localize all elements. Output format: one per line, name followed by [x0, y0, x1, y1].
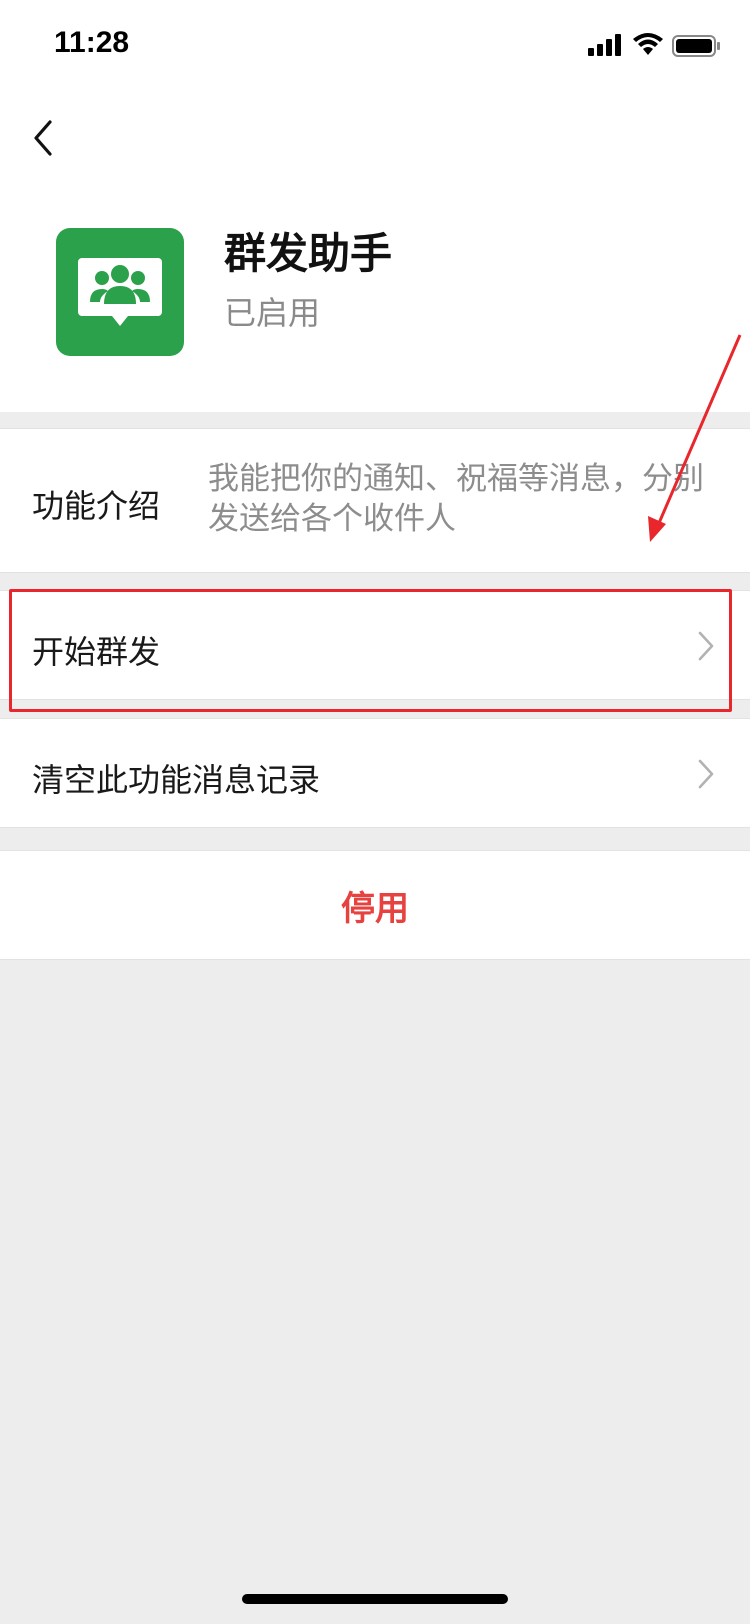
highlight-box — [9, 589, 732, 712]
profile-name: 群发助手 — [224, 229, 393, 278]
chevron-right-icon — [698, 759, 714, 789]
wifi-icon — [633, 33, 663, 55]
signal-icon — [588, 34, 621, 56]
feature-intro-label: 功能介绍 — [32, 487, 161, 525]
battery-icon — [672, 35, 720, 57]
profile-header: 群发助手 已启用 — [0, 190, 750, 412]
feature-intro-description: 我能把你的通知、祝福等消息，分别发送给各个收件人 — [208, 461, 704, 537]
profile-status: 已启用 — [224, 294, 321, 332]
feature-intro-row: 功能介绍 我能把你的通知、祝福等消息，分别发送给各个收件人 — [0, 428, 750, 573]
status-bar: 11:28 — [0, 0, 750, 90]
home-indicator — [242, 1594, 508, 1604]
back-icon[interactable] — [28, 112, 64, 164]
clear-records-label: 清空此功能消息记录 — [32, 761, 321, 799]
group-users-icon — [56, 228, 184, 356]
clear-records-row[interactable]: 清空此功能消息记录 — [0, 718, 750, 828]
nav-bar — [0, 90, 750, 190]
disable-label: 停用 — [341, 888, 409, 929]
status-time: 11:28 — [54, 26, 130, 59]
disable-button[interactable]: 停用 — [0, 850, 750, 960]
arrow-annotation — [648, 334, 742, 542]
